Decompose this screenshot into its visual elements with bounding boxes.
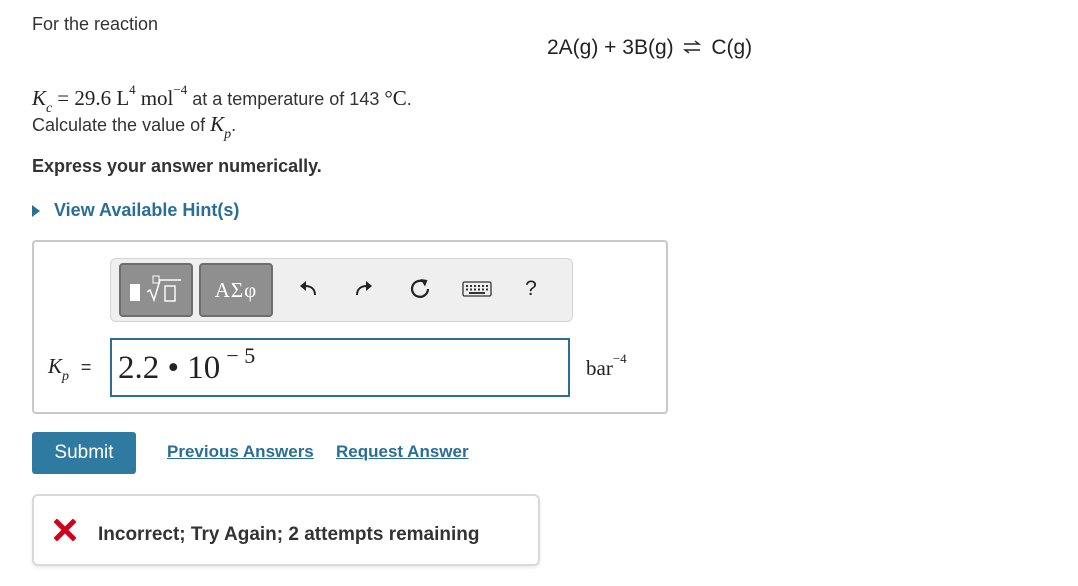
submit-button[interactable]: Submit xyxy=(32,432,136,474)
undo-button[interactable] xyxy=(294,275,322,303)
answer-label: Kp = xyxy=(48,354,92,384)
kc-statement: Kc = 29.6 L4 mol−4 at a temperature of 1… xyxy=(32,83,412,115)
answer-input[interactable]: 2.2 • 10− 5 xyxy=(110,338,570,397)
math-toolbar: ΑΣφ ? xyxy=(110,258,573,322)
kc-l-exponent: 4 xyxy=(129,82,136,97)
temperature-text: at a temperature of 143 xyxy=(192,89,380,109)
instruction: Express your answer numerically. xyxy=(32,156,322,176)
previous-answers-link[interactable]: Previous Answers xyxy=(167,442,314,462)
help-icon: ? xyxy=(525,277,537,300)
greek-symbols-label: ΑΣφ xyxy=(214,277,258,302)
kp-subscript: p xyxy=(224,126,232,142)
view-hints-link[interactable]: View Available Hint(s) xyxy=(32,200,239,221)
answer-label-subscript: p xyxy=(62,369,70,385)
undo-icon xyxy=(300,281,316,296)
redo-icon xyxy=(356,281,372,296)
kc-symbol: K xyxy=(32,86,47,110)
keyboard-button[interactable] xyxy=(461,275,493,303)
answer-unit: bar−4 xyxy=(586,352,627,381)
prompt-text: Calculate the value of xyxy=(32,115,206,135)
templates-icon xyxy=(130,275,181,303)
reset-button[interactable] xyxy=(406,275,434,303)
reaction-left: 2A(g) + 3B(g) xyxy=(547,36,674,59)
expand-triangle-icon xyxy=(32,204,40,217)
help-button[interactable]: ? xyxy=(517,275,545,303)
kc-value: = 29.6 L xyxy=(57,86,130,110)
answer-unit-text: bar xyxy=(586,356,613,380)
prompt: Calculate the value of Kp. xyxy=(32,112,237,141)
feedback-message: Incorrect; Try Again; 2 attempts remaini… xyxy=(98,524,480,545)
incorrect-x-icon xyxy=(54,519,76,541)
keyboard-icon xyxy=(462,281,492,297)
equilibrium-arrows-icon xyxy=(683,40,702,55)
reaction-equation: 2A(g) + 3B(g) C(g) xyxy=(547,36,752,60)
kc-mol: mol xyxy=(140,86,174,110)
reaction-right: C(g) xyxy=(711,36,753,59)
request-answer-link[interactable]: Request Answer xyxy=(336,442,469,462)
prompt-period: . xyxy=(231,115,237,135)
reset-icon xyxy=(410,279,430,298)
kc-mol-exponent: −4 xyxy=(173,82,188,97)
intro-text: For the reaction xyxy=(32,14,159,34)
feedback-box: Incorrect; Try Again; 2 attempts remaini… xyxy=(32,494,540,566)
answer-value: 2.2 • 10− 5 xyxy=(118,343,255,387)
view-hints-label: View Available Hint(s) xyxy=(54,200,240,220)
answer-mantissa: 2.2 • 10 xyxy=(118,350,221,386)
templates-button[interactable] xyxy=(119,263,193,317)
answer-unit-exponent: −4 xyxy=(612,351,627,366)
temperature-unit: °C xyxy=(384,86,407,110)
redo-button[interactable] xyxy=(350,275,378,303)
kp-symbol: K xyxy=(210,112,225,136)
answer-exponent: − 5 xyxy=(226,343,256,368)
kc-period: . xyxy=(406,89,412,109)
greek-symbols-button[interactable]: ΑΣφ xyxy=(199,263,273,317)
answer-label-symbol: K xyxy=(48,354,63,378)
answer-label-equals: = xyxy=(80,357,92,377)
